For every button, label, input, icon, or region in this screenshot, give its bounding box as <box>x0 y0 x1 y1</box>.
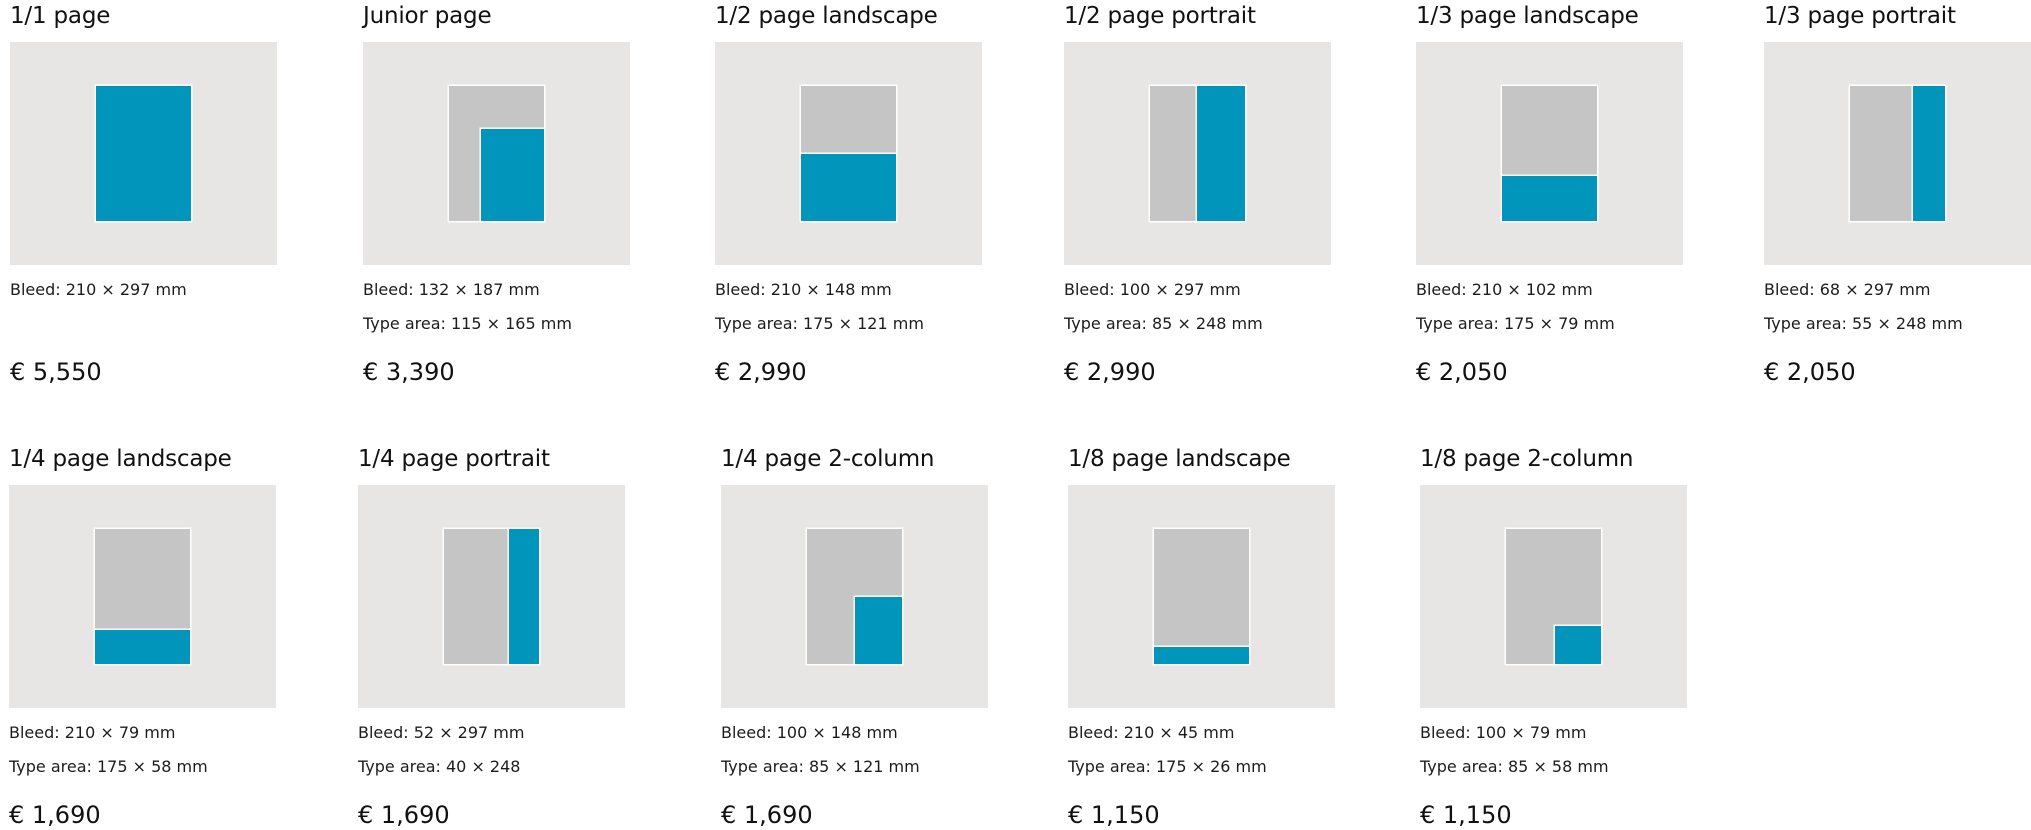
ad-price: € 1,690 <box>721 801 813 829</box>
bleed-spec: Bleed: 210 × 148 mm <box>715 280 892 299</box>
ad-format-diagram <box>358 485 625 708</box>
ad-format-title: 1/8 page landscape <box>1068 446 1291 472</box>
bleed-spec: Bleed: 100 × 79 mm <box>1420 723 1587 742</box>
ad-price: € 2,050 <box>1416 358 1508 386</box>
ad-price: € 1,690 <box>9 801 101 829</box>
type-area-spec: Type area: 175 × 79 mm <box>1416 314 1615 333</box>
ad-format-diagram <box>1416 42 1683 265</box>
type-area-spec: Type area: 115 × 165 mm <box>363 314 572 333</box>
type-area-spec: Type area: 175 × 58 mm <box>9 757 208 776</box>
ad-format-diagram <box>1064 42 1331 265</box>
ad-area-highlight <box>509 529 539 664</box>
ad-format-diagram <box>9 485 276 708</box>
ad-format-title: 1/2 page landscape <box>715 3 938 29</box>
ad-area-highlight <box>1197 86 1245 221</box>
type-area-spec: Type area: 175 × 26 mm <box>1068 757 1267 776</box>
ad-price: € 1,690 <box>358 801 450 829</box>
type-area-spec: Type area: 85 × 58 mm <box>1420 757 1609 776</box>
type-area-spec: Type area: 85 × 248 mm <box>1064 314 1263 333</box>
ad-format-diagram <box>1420 485 1687 708</box>
type-area-spec: Type area: 85 × 121 mm <box>721 757 920 776</box>
ad-area-highlight <box>1502 176 1597 221</box>
bleed-spec: Bleed: 132 × 187 mm <box>363 280 540 299</box>
ad-format-diagram <box>715 42 982 265</box>
ad-format-title: Junior page <box>363 3 492 29</box>
ad-format-title: 1/3 page landscape <box>1416 3 1639 29</box>
bleed-spec: Bleed: 100 × 148 mm <box>721 723 898 742</box>
ad-area-highlight <box>1555 626 1601 664</box>
ad-format-diagram <box>1068 485 1335 708</box>
ad-format-title: 1/2 page portrait <box>1064 3 1256 29</box>
type-area-spec: Type area: 40 × 248 <box>358 757 521 776</box>
ad-price: € 1,150 <box>1068 801 1160 829</box>
ad-price: € 1,150 <box>1420 801 1512 829</box>
bleed-spec: Bleed: 100 × 297 mm <box>1064 280 1241 299</box>
type-area-spec: Type area: 175 × 121 mm <box>715 314 924 333</box>
bleed-spec: Bleed: 68 × 297 mm <box>1764 280 1931 299</box>
ad-price: € 3,390 <box>363 358 455 386</box>
ad-area-highlight <box>95 630 190 664</box>
ad-format-title: 1/4 page landscape <box>9 446 232 472</box>
ad-price: € 5,550 <box>10 358 102 386</box>
ad-price: € 2,050 <box>1764 358 1856 386</box>
ad-area-highlight <box>1913 86 1945 221</box>
page-outline <box>1154 529 1249 664</box>
bleed-spec: Bleed: 210 × 102 mm <box>1416 280 1593 299</box>
ad-format-title: 1/4 page portrait <box>358 446 550 472</box>
bleed-spec: Bleed: 210 × 45 mm <box>1068 723 1235 742</box>
bleed-spec: Bleed: 52 × 297 mm <box>358 723 525 742</box>
ad-area-highlight <box>1154 647 1249 664</box>
ad-format-title: 1/8 page 2-column <box>1420 446 1634 472</box>
ad-format-title: 1/1 page <box>10 3 111 29</box>
ad-area-highlight <box>96 86 191 221</box>
ad-price: € 2,990 <box>715 358 807 386</box>
ad-area-highlight <box>481 129 544 221</box>
ad-format-diagram <box>10 42 277 265</box>
ad-area-highlight <box>855 597 902 664</box>
ad-format-diagram <box>721 485 988 708</box>
ad-format-title: 1/4 page 2-column <box>721 446 935 472</box>
ad-price: € 2,990 <box>1064 358 1156 386</box>
bleed-spec: Bleed: 210 × 79 mm <box>9 723 176 742</box>
ad-format-diagram <box>363 42 630 265</box>
type-area-spec: Type area: 55 × 248 mm <box>1764 314 1963 333</box>
ad-area-highlight <box>801 154 896 221</box>
ad-format-title: 1/3 page portrait <box>1764 3 1956 29</box>
bleed-spec: Bleed: 210 × 297 mm <box>10 280 187 299</box>
ad-format-diagram <box>1764 42 2031 265</box>
